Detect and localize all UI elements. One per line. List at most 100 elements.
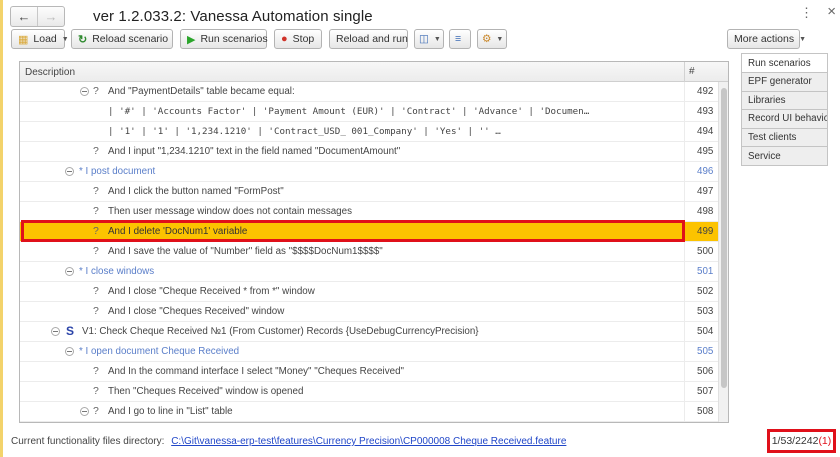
table-row[interactable]: * I close windows 501 xyxy=(20,262,718,282)
play-icon: ▶ xyxy=(187,33,196,46)
table-row[interactable]: ? And I input "1,234.1210" text in the f… xyxy=(20,142,718,162)
collapse-toggle-icon[interactable] xyxy=(80,87,89,96)
tab-run-scenarios[interactable]: Run scenarios xyxy=(741,53,828,73)
line-number: 498 xyxy=(697,206,714,217)
footer-label: Current functionality files directory: xyxy=(11,436,165,447)
column-header-number[interactable]: # xyxy=(689,66,695,77)
reload-and-run-button[interactable]: Reload and run xyxy=(329,29,408,49)
progress-counter: 1/53/2242 (1) xyxy=(767,429,836,453)
tab-service[interactable]: Service xyxy=(741,147,828,166)
table-row[interactable]: ? Then "Cheques Received" window is open… xyxy=(20,382,718,402)
feature-file-link[interactable]: C:\Git\vanessa-erp-test\features\Currenc… xyxy=(171,436,566,447)
close-icon[interactable]: × xyxy=(827,3,836,20)
table-row[interactable]: * I open document Cheque Received 505 xyxy=(20,342,718,362)
step-status-icon: ? xyxy=(93,225,99,237)
step-text: And "PaymentDetails" table became equal: xyxy=(108,86,295,97)
scenario-title: V1: Check Cheque Received №1 (From Custo… xyxy=(82,326,479,337)
line-number: 508 xyxy=(697,406,714,417)
tab-test-clients[interactable]: Test clients xyxy=(741,128,828,148)
step-status-icon: ? xyxy=(93,245,99,257)
table-row-selected[interactable]: ? And I delete 'DocNum1' variable 499 xyxy=(20,222,718,242)
stop-icon: ● xyxy=(281,33,288,45)
line-number: 499 xyxy=(697,226,714,237)
line-number: 503 xyxy=(697,306,714,317)
layout-menu-button[interactable]: ◫ ▼ xyxy=(414,29,444,49)
table-body: ? And "PaymentDetails" table became equa… xyxy=(20,82,718,422)
run-scenarios-button[interactable]: ▶ Run scenarios xyxy=(180,29,268,49)
line-number: 495 xyxy=(697,146,714,157)
settings-menu-button[interactable]: ⚙ ▼ xyxy=(477,29,507,49)
step-group-text: * I close windows xyxy=(79,266,155,277)
line-number: 506 xyxy=(697,366,714,377)
step-text: And I click the button named "FormPost" xyxy=(108,186,284,197)
left-accent-strip xyxy=(0,0,3,457)
table-row[interactable]: ? And "PaymentDetails" table became equa… xyxy=(20,82,718,102)
filter-icon: ≡ xyxy=(455,33,462,45)
step-text: And I input "1,234.1210" text in the fie… xyxy=(108,146,401,157)
step-status-icon: ? xyxy=(93,85,99,97)
line-number: 507 xyxy=(697,386,714,397)
scrollbar-thumb[interactable] xyxy=(721,88,727,388)
step-status-icon: ? xyxy=(93,185,99,197)
step-table-line: | '#' | 'Accounts Factor' | 'Payment Amo… xyxy=(108,106,590,117)
line-number: 505 xyxy=(697,346,714,357)
reload-scenario-button[interactable]: ↻ Reload scenario xyxy=(71,29,173,49)
collapse-toggle-icon[interactable] xyxy=(51,327,60,336)
vertical-dots-icon[interactable]: ⋮ xyxy=(800,5,813,21)
line-number: 492 xyxy=(697,86,714,97)
line-number: 502 xyxy=(697,286,714,297)
step-table-line: | '1' | '1' | '1,234.1210' | 'Contract_U… xyxy=(108,126,501,137)
step-text: And I save the value of "Number" field a… xyxy=(108,246,383,257)
line-number: 494 xyxy=(697,126,714,137)
tab-libraries[interactable]: Libraries xyxy=(741,91,828,111)
back-button[interactable]: ← xyxy=(11,7,37,26)
table-row[interactable]: ? And I go to line in "List" table 508 xyxy=(20,402,718,422)
table-row[interactable]: | '#' | 'Accounts Factor' | 'Payment Amo… xyxy=(20,102,718,122)
arrow-left-icon: ← xyxy=(17,8,31,24)
filter-button[interactable]: ≡ xyxy=(449,29,471,49)
step-text: And In the command interface I select "M… xyxy=(108,366,404,377)
line-number: 497 xyxy=(697,186,714,197)
more-actions-button[interactable]: More actions ▼ xyxy=(727,29,806,49)
table-row[interactable]: ? And I save the value of "Number" field… xyxy=(20,242,718,262)
collapse-toggle-icon[interactable] xyxy=(80,407,89,416)
vertical-scrollbar[interactable] xyxy=(718,82,728,422)
table-row[interactable]: ? Then user message window does not cont… xyxy=(20,202,718,222)
load-label: Load xyxy=(33,33,57,45)
collapse-toggle-icon[interactable] xyxy=(65,267,74,276)
scenario-icon: S xyxy=(66,324,75,338)
load-button[interactable]: ▦ Load ▼ xyxy=(11,29,69,49)
table-row[interactable]: ? And In the command interface I select … xyxy=(20,362,718,382)
table-header: Description # xyxy=(20,62,728,82)
line-number: 500 xyxy=(697,246,714,257)
counter-errors: (1) xyxy=(818,435,832,447)
table-row[interactable]: * I post document 496 xyxy=(20,162,718,182)
counter-main: 1/53/2242 xyxy=(771,435,819,447)
gear-icon: ⚙ xyxy=(482,33,492,45)
column-header-description[interactable]: Description xyxy=(25,67,75,78)
step-text: And I delete 'DocNum1' variable xyxy=(108,226,248,237)
collapse-toggle-icon[interactable] xyxy=(65,167,74,176)
table-row[interactable]: S V1: Check Cheque Received №1 (From Cus… xyxy=(20,322,718,342)
scenario-tree-table[interactable]: Description # ? And "PaymentDetails" tab… xyxy=(19,61,729,423)
table-row[interactable]: ? And I click the button named "FormPost… xyxy=(20,182,718,202)
step-status-icon: ? xyxy=(93,385,99,397)
arrow-right-icon: → xyxy=(44,8,58,24)
tab-record-ui-behavior[interactable]: Record UI behavior xyxy=(741,110,828,129)
table-row[interactable]: ? And I close "Cheques Received" window … xyxy=(20,302,718,322)
step-text: Then "Cheques Received" window is opened xyxy=(108,386,304,397)
title-bar: ← → ver 1.2.033.2: Vanessa Automation si… xyxy=(10,3,830,29)
line-number: 496 xyxy=(697,166,714,177)
collapse-toggle-icon[interactable] xyxy=(65,347,74,356)
step-status-icon: ? xyxy=(93,405,99,417)
table-row[interactable]: | '1' | '1' | '1,234.1210' | 'Contract_U… xyxy=(20,122,718,142)
navigation-buttons: ← → xyxy=(10,5,65,27)
table-row[interactable]: ? And I close "Cheque Received * from *"… xyxy=(20,282,718,302)
tab-epf-generator[interactable]: EPF generator xyxy=(741,73,828,92)
stop-button[interactable]: ● Stop xyxy=(274,29,322,49)
step-text: Then user message window does not contai… xyxy=(108,206,352,217)
toolbar: ▦ Load ▼ ↻ Reload scenario ▶ Run scenari… xyxy=(11,29,829,49)
forward-button[interactable]: → xyxy=(38,7,64,26)
step-text: And I close "Cheque Received * from *" w… xyxy=(108,286,315,297)
step-group-text: * I open document Cheque Received xyxy=(79,346,240,357)
